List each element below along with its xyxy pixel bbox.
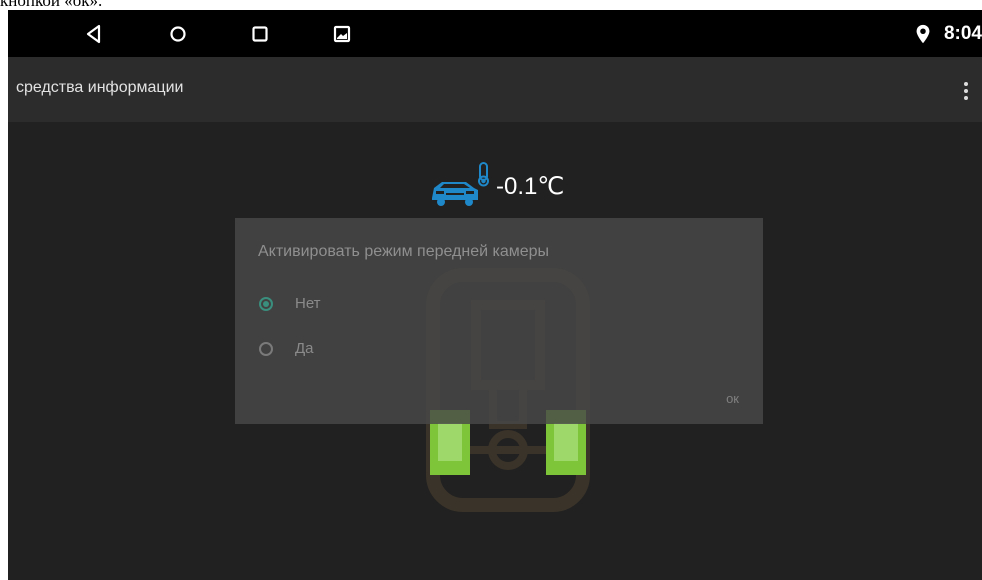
car-thermometer-icon	[428, 160, 496, 212]
location-icon	[916, 24, 930, 44]
dialog-title: Активировать режим передней камеры	[258, 243, 550, 260]
back-icon[interactable]	[82, 22, 106, 46]
app-title: средства информации	[16, 79, 184, 96]
device-screen: 8:04 средства информации -0.1℃ Активиров…	[8, 10, 982, 580]
app-bar: средства информации	[8, 57, 982, 122]
status-right-group: 8:04	[912, 19, 982, 49]
status-time: 8:04	[943, 23, 982, 44]
temperature-display: -0.1℃	[428, 160, 628, 210]
ok-button[interactable]: ок	[726, 391, 739, 406]
option-yes[interactable]: Да	[259, 338, 559, 362]
home-icon[interactable]	[166, 22, 190, 46]
overflow-menu-icon[interactable]	[960, 79, 972, 103]
temperature-value: -0.1℃	[496, 173, 565, 200]
screenshot-icon[interactable]	[330, 22, 354, 46]
option-yes-label: Да	[295, 340, 314, 357]
radio-button-selected[interactable]	[259, 297, 273, 311]
radio-button-unselected[interactable]	[259, 342, 273, 356]
option-no[interactable]: Нет	[259, 293, 559, 317]
front-camera-dialog: Активировать режим передней камеры Нет Д…	[235, 218, 763, 424]
status-bar: 8:04	[8, 10, 982, 57]
option-no-label: Нет	[295, 295, 321, 312]
recents-icon[interactable]	[248, 22, 272, 46]
